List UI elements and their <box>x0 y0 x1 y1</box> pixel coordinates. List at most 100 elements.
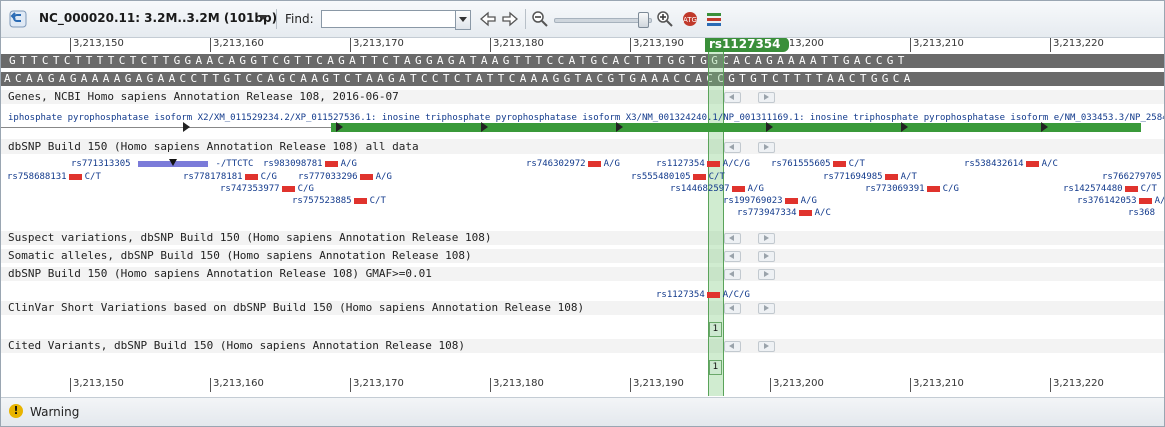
snp-feature[interactable]: rs757523885 C/T <box>292 196 386 207</box>
snp-id: rs555480105 <box>631 172 691 182</box>
snp-allele: C/T <box>708 172 725 182</box>
snp-marker <box>1138 197 1152 204</box>
snp-feature[interactable]: rs777033296 A/G <box>298 172 392 183</box>
snp-feature[interactable]: rs1127354 A/C/G <box>656 290 750 301</box>
gene-feature-label[interactable]: iphosphate pyrophosphatase isoform X2/XM… <box>8 113 1164 123</box>
snp-feature[interactable]: rs773069391 C/G <box>865 184 959 195</box>
snp-feature[interactable]: rs773947334 A/C <box>737 208 831 219</box>
strand-arrow-icon <box>901 122 908 132</box>
ruler-tick <box>70 38 71 52</box>
next-arrow-icon[interactable] <box>501 10 519 28</box>
track-prev-button[interactable] <box>724 341 741 352</box>
snp-feature[interactable]: rs771694985 A/T <box>823 172 917 183</box>
find-dropdown-icon[interactable] <box>455 10 471 30</box>
snp-marker <box>324 160 338 167</box>
snp-feature[interactable]: rs376142053 A/ <box>1077 196 1164 207</box>
track-prev-button[interactable] <box>724 92 741 103</box>
warning-label[interactable]: Warning <box>30 405 79 419</box>
snp-feature[interactable]: rs983098781 A/G <box>263 159 357 170</box>
ruler-label: 3,213,190 <box>633 38 684 49</box>
track-title-dbsnp-all[interactable]: dbSNP Build 150 (Homo sapiens Annotation… <box>8 140 419 153</box>
snp-marker <box>1025 160 1039 167</box>
track-prev-button[interactable] <box>724 233 741 244</box>
ruler-label: 3,213,160 <box>213 38 264 49</box>
snp-feature[interactable]: rs538432614 A/C <box>964 159 1058 170</box>
snp-feature[interactable]: rs555480105 C/T <box>631 172 725 183</box>
snp-feature[interactable]: rs771313305 -/TTCTC <box>71 158 253 170</box>
title-dropdown-icon[interactable] <box>259 15 267 20</box>
selected-variant-flag[interactable]: rs1127354 <box>705 38 789 52</box>
snp-allele: A/C <box>814 208 831 218</box>
selected-variant-highlight[interactable] <box>708 38 724 396</box>
clinvar-count-badge[interactable]: 1 <box>709 322 722 337</box>
zoom-out-icon[interactable] <box>531 10 549 28</box>
track-next-button[interactable] <box>758 142 775 153</box>
track-title-clinvar[interactable]: ClinVar Short Variations based on dbSNP … <box>8 301 584 314</box>
cited-count-badge[interactable]: 1 <box>709 360 722 375</box>
toolbar-separator <box>276 9 277 29</box>
ruler-tick <box>210 38 211 52</box>
snp-allele: C/G <box>260 172 277 182</box>
track-title-suspect[interactable]: Suspect variations, dbSNP Build 150 (Hom… <box>8 231 491 244</box>
track-panel[interactable]: 3,213,150 3,213,160 3,213,170 3,213,180 … <box>1 38 1164 396</box>
atg-icon[interactable]: ATG <box>681 10 699 28</box>
snp-marker <box>798 209 812 216</box>
snp-feature[interactable]: rs766279705 <box>1102 172 1162 183</box>
snp-feature[interactable]: rs368 <box>1128 208 1155 219</box>
snp-allele: C/T <box>84 172 101 182</box>
snp-feature[interactable]: rs199769023 A/G <box>723 196 817 207</box>
forward-sequence: GTTCTCTTTTCTCTTGGAACAGGTCGTTCAGATTCTAGGA… <box>1 54 1164 68</box>
track-next-button[interactable] <box>758 92 775 103</box>
ruler-tick <box>1050 38 1051 52</box>
snp-feature[interactable]: rs746302972 A/G <box>526 159 620 170</box>
snp-marker <box>281 185 295 192</box>
track-next-button[interactable] <box>758 303 775 314</box>
ruler-tick <box>1050 378 1051 392</box>
ruler-label: 3,213,190 <box>633 378 684 389</box>
sequence-title[interactable]: NC_000020.11: 3.2M..3.2M (101bp) <box>39 11 277 25</box>
track-prev-button[interactable] <box>724 269 741 280</box>
track-prev-button[interactable] <box>724 251 741 262</box>
snp-feature[interactable]: rs1127354 A/C/G <box>656 159 750 170</box>
warning-icon[interactable]: ! <box>9 404 23 418</box>
snp-id: rs746302972 <box>526 159 586 169</box>
track-next-button[interactable] <box>758 251 775 262</box>
back-icon[interactable] <box>9 10 27 28</box>
track-title-cited[interactable]: Cited Variants, dbSNP Build 150 (Homo sa… <box>8 339 465 352</box>
snp-allele: C/G <box>297 184 314 194</box>
gene-feature-bar[interactable] <box>331 123 1141 132</box>
strand-arrow-icon <box>616 122 623 132</box>
zoom-in-icon[interactable] <box>656 10 674 28</box>
track-title-genes[interactable]: Genes, NCBI Homo sapiens Annotation Rele… <box>8 90 399 103</box>
tracks-icon[interactable] <box>705 10 723 28</box>
snp-allele: A/G <box>340 159 357 169</box>
snp-feature[interactable]: rs144682597 A/G <box>670 184 764 195</box>
selected-variant-label: rs1127354 <box>709 38 781 51</box>
snp-feature[interactable]: rs761555605 C/T <box>771 159 865 170</box>
ruler-label: 3,213,210 <box>913 38 964 49</box>
ruler-label: 3,213,160 <box>213 378 264 389</box>
insertion-marker-icon <box>169 158 178 166</box>
snp-marker <box>731 185 745 192</box>
snp-allele: C/T <box>848 159 865 169</box>
track-prev-button[interactable] <box>724 303 741 314</box>
snp-id: rs368 <box>1128 208 1156 218</box>
snp-id: rs983098781 <box>263 159 323 169</box>
track-prev-button[interactable] <box>724 142 741 153</box>
track-next-button[interactable] <box>758 233 775 244</box>
find-input[interactable] <box>321 10 461 28</box>
track-next-button[interactable] <box>758 269 775 280</box>
snp-allele: A/C/G <box>722 159 750 169</box>
zoom-slider-thumb[interactable] <box>638 12 649 28</box>
snp-id: rs771313305 <box>71 159 131 169</box>
track-title-gmaf[interactable]: dbSNP Build 150 (Homo sapiens Annotation… <box>8 267 432 280</box>
snp-feature[interactable]: rs778178181 C/G <box>183 172 277 183</box>
snp-feature[interactable]: rs142574480 C/T <box>1063 184 1157 195</box>
snp-feature[interactable]: rs747353977 C/G <box>220 184 314 195</box>
track-title-somatic[interactable]: Somatic alleles, dbSNP Build 150 (Homo s… <box>8 249 472 262</box>
status-bar: ! Warning <box>1 397 1164 426</box>
snp-id: rs778178181 <box>183 172 243 182</box>
snp-feature[interactable]: rs758688131 C/T <box>7 172 101 183</box>
prev-arrow-icon[interactable] <box>479 10 497 28</box>
track-next-button[interactable] <box>758 341 775 352</box>
